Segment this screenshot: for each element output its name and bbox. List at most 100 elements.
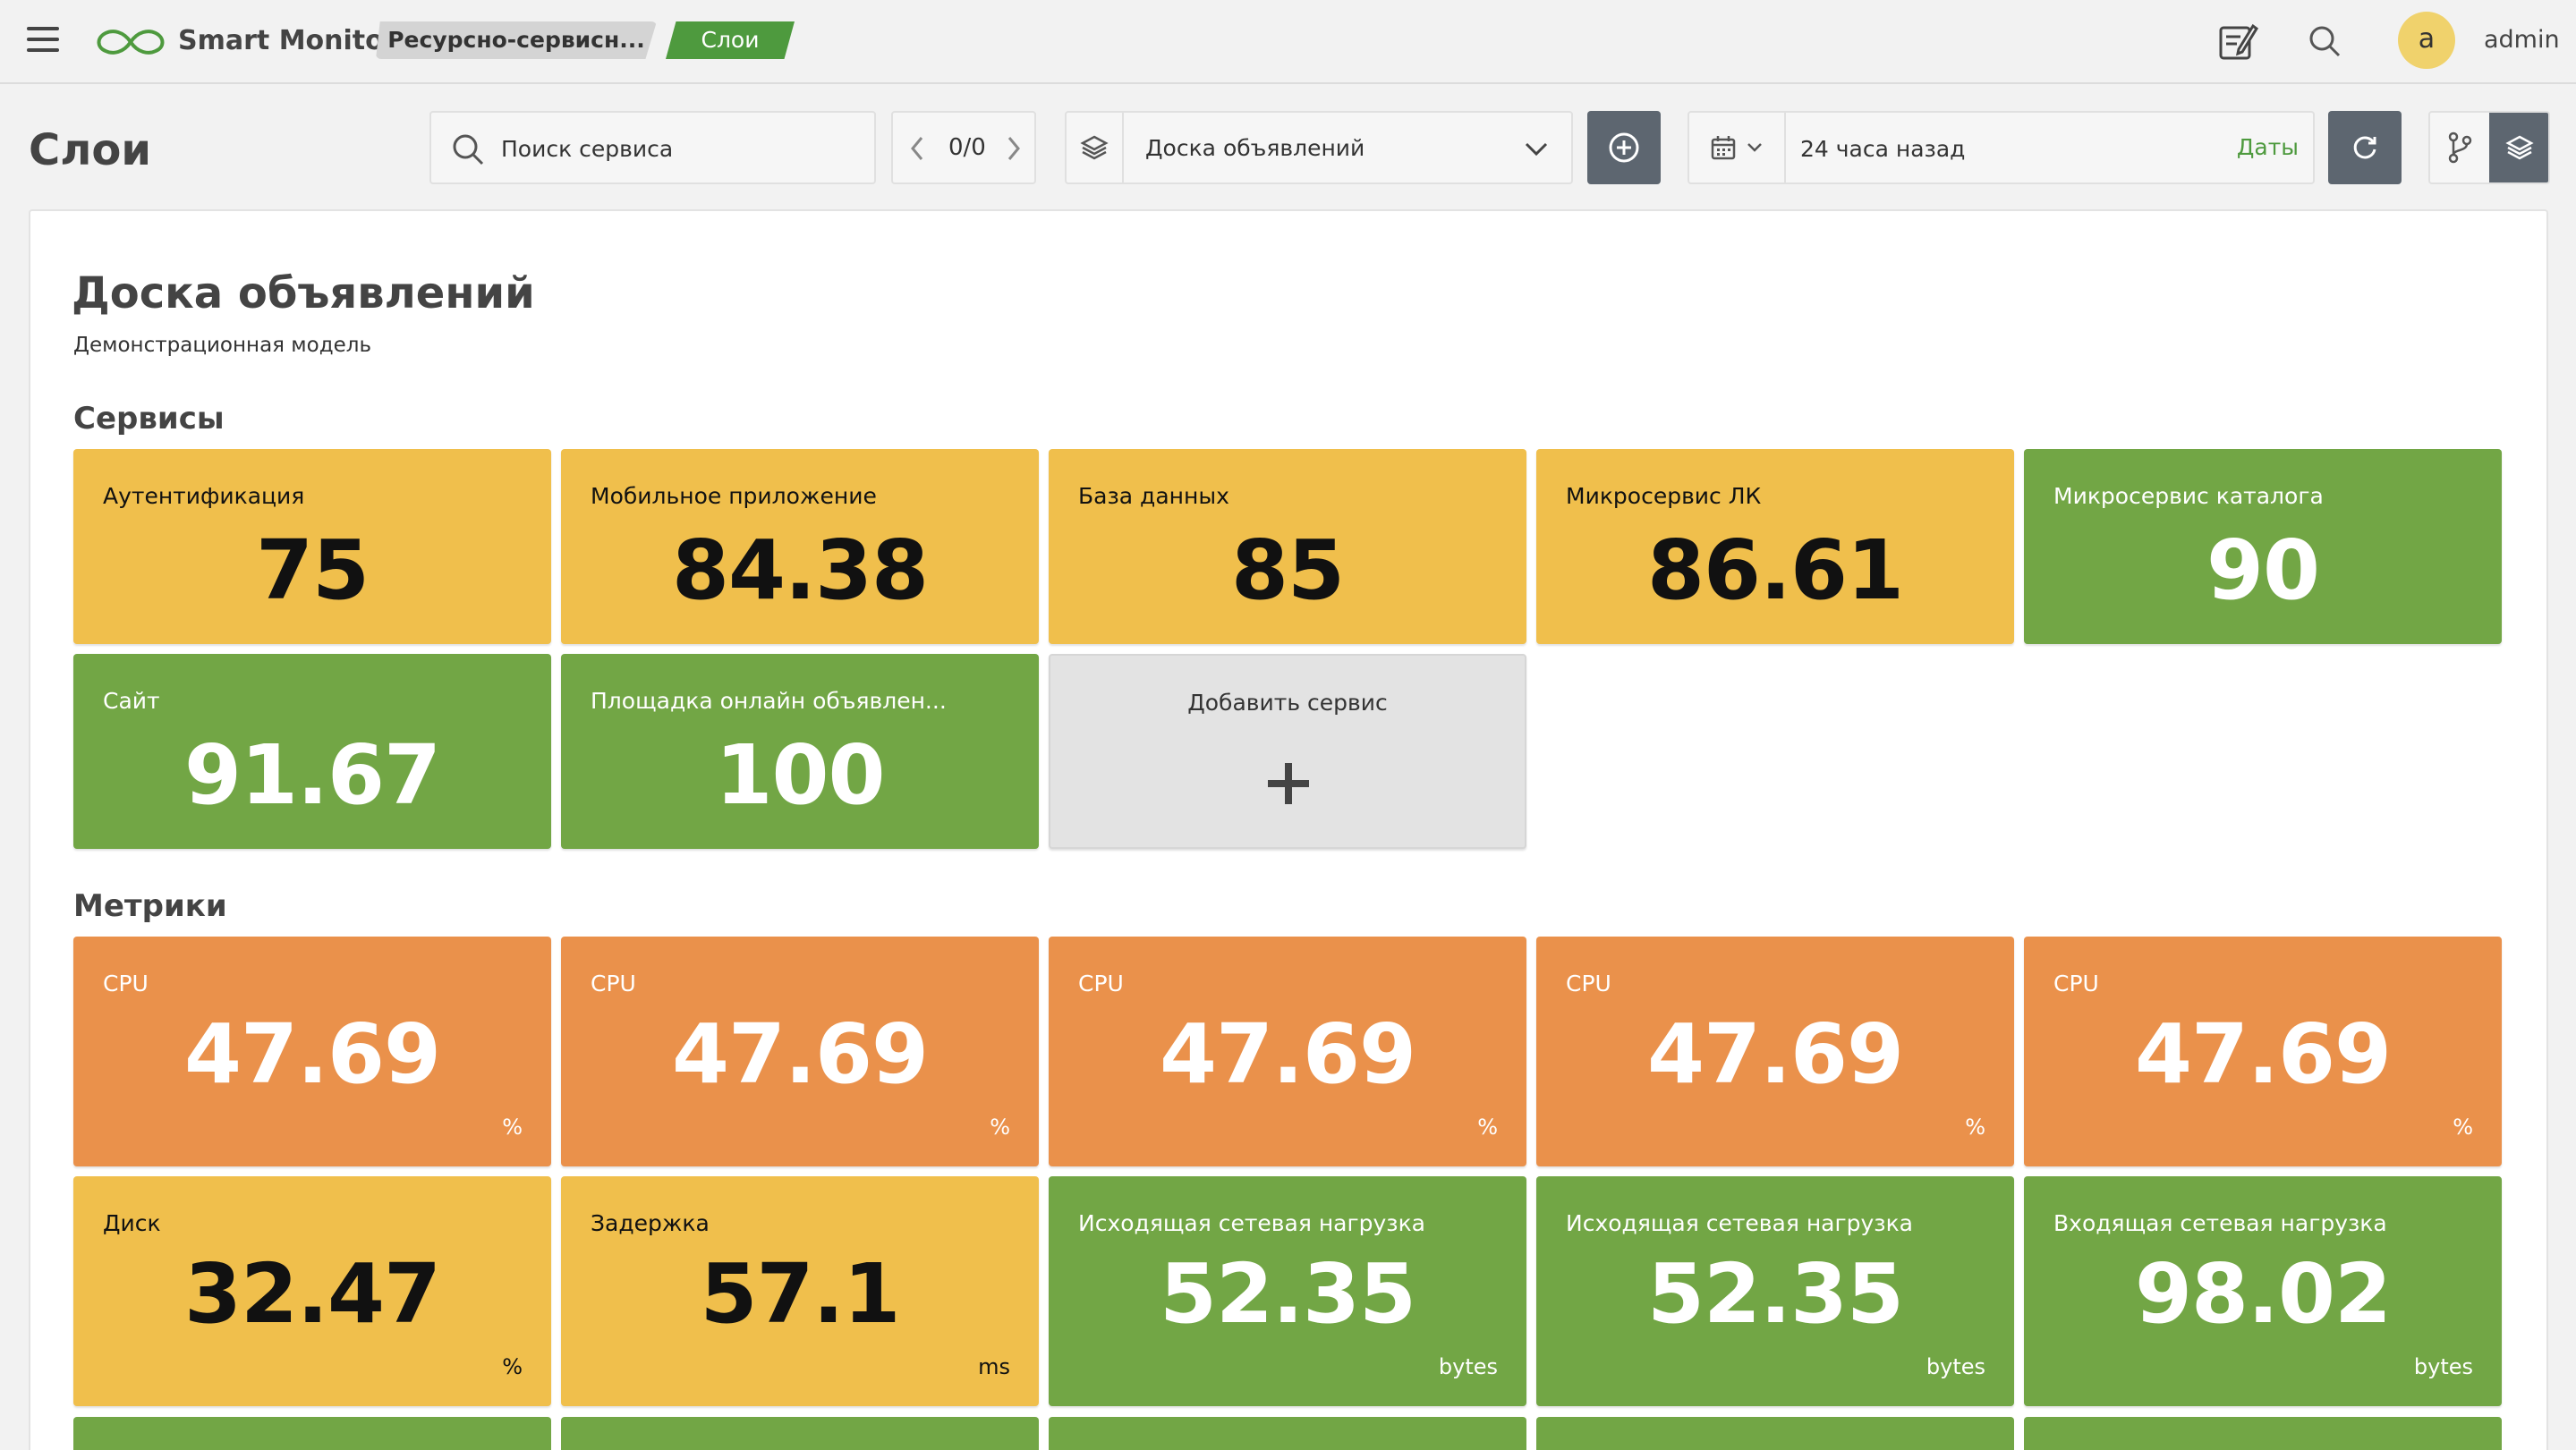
tile-value: 86.61 — [1646, 522, 1904, 618]
dates-link[interactable]: Даты — [2237, 134, 2299, 160]
tile-name: Мобильное приложение — [591, 483, 877, 509]
services-section-title: Сервисы — [73, 401, 225, 437]
view-toggle — [2428, 111, 2550, 184]
chevron-down-icon — [1747, 143, 1762, 152]
tile-name: Исходящая сетевая нагрузка — [1078, 1210, 1426, 1236]
tile-value: 85 — [1230, 522, 1345, 618]
add-service-label: Добавить сервис — [1187, 690, 1388, 716]
metric-tile[interactable]: CPU 47.69 % — [1536, 937, 2014, 1166]
tile-value: 52.35 — [1159, 1246, 1416, 1342]
tile-value: 84.38 — [671, 522, 929, 618]
search-icon — [453, 134, 484, 165]
edit-note-icon[interactable] — [2216, 20, 2259, 63]
tile-unit: % — [502, 1115, 523, 1140]
tile-value: 98.02 — [2134, 1246, 2392, 1342]
metric-tile[interactable]: Исходящая сетевая нагрузка 52.35 bytes — [1536, 1176, 2014, 1406]
metric-tile[interactable]: Входящая сетевая нагрузка 98.02 bytes — [2024, 1176, 2502, 1406]
tile-value: 47.69 — [1646, 1006, 1904, 1102]
page-title: Слои — [29, 125, 151, 175]
tile-unit: % — [1477, 1115, 1498, 1140]
metrics-grid: CPU 47.69 % CPU 47.69 % CPU 47.69 % CPU … — [73, 937, 2502, 1406]
chevron-left-icon[interactable] — [904, 132, 931, 165]
tile-unit: bytes — [2413, 1354, 2473, 1379]
plus-circle-icon — [1609, 132, 1639, 163]
avatar[interactable]: a — [2398, 12, 2455, 69]
tile-unit: % — [502, 1354, 523, 1379]
tile-name: CPU — [1078, 971, 1124, 996]
search-icon[interactable] — [2303, 20, 2346, 63]
infinity-logo-icon[interactable] — [93, 24, 168, 60]
tile-unit: bytes — [1438, 1354, 1498, 1379]
metrics-section-title: Метрики — [73, 888, 227, 924]
tile-value: 32.47 — [183, 1246, 441, 1342]
service-tile[interactable]: База данных 85 — [1049, 449, 1526, 644]
service-tile[interactable]: Аутентификация 75 — [73, 449, 551, 644]
tile-unit: % — [2453, 1115, 2473, 1140]
tile-name: CPU — [2053, 971, 2099, 996]
tile-name: Задержка — [591, 1210, 710, 1236]
tile-name: Входящая сетевая нагрузка — [2053, 1210, 2387, 1236]
tile-name: Диск — [103, 1210, 161, 1236]
menu-icon[interactable] — [27, 27, 59, 54]
tile-name: CPU — [1566, 971, 1611, 996]
tile-unit: % — [990, 1115, 1010, 1140]
username[interactable]: admin — [2484, 26, 2560, 54]
calendar-icon — [1711, 136, 1736, 160]
service-tile[interactable]: Мобильное приложение 84.38 — [561, 449, 1039, 644]
metric-tile[interactable]: Исходящая сетевая нагрузка 52.35 bytes — [1049, 1176, 1526, 1406]
metric-tile-partial[interactable] — [1049, 1417, 1526, 1450]
service-tile[interactable]: Площадка онлайн объявлен... 100 — [561, 654, 1039, 849]
metric-tile[interactable]: CPU 47.69 % — [1049, 937, 1526, 1166]
refresh-icon — [2353, 136, 2376, 159]
metric-tile-partial[interactable] — [73, 1417, 551, 1450]
metric-tile[interactable]: CPU 47.69 % — [2024, 937, 2502, 1166]
pager: 0/0 — [891, 111, 1036, 184]
tile-name: Микросервис каталога — [2053, 483, 2324, 509]
metric-tile[interactable]: Задержка 57.1 ms — [561, 1176, 1039, 1406]
tile-value: 47.69 — [2134, 1006, 2392, 1102]
tile-value: 52.35 — [1646, 1246, 1904, 1342]
tile-value: 47.69 — [183, 1006, 441, 1102]
tile-unit: % — [1965, 1115, 1985, 1140]
tile-unit: ms — [978, 1354, 1010, 1379]
plus-icon — [1268, 763, 1309, 804]
pager-count: 0/0 — [948, 134, 986, 161]
metric-tile[interactable]: CPU 47.69 % — [73, 937, 551, 1166]
search-input[interactable] — [501, 129, 859, 168]
tree-view-icon[interactable] — [2430, 113, 2489, 182]
tile-name: База данных — [1078, 483, 1229, 509]
service-tile[interactable]: Микросервис ЛК 86.61 — [1536, 449, 2014, 644]
search-box — [429, 111, 876, 184]
service-tile[interactable]: Сайт 91.67 — [73, 654, 551, 849]
add-layer-button[interactable] — [1587, 111, 1661, 184]
metric-tile-partial[interactable] — [1536, 1417, 2014, 1450]
metric-tile-partial[interactable] — [2024, 1417, 2502, 1450]
top-bar: Smart Monitor Ресурсно-сервисн... Слои a… — [0, 0, 2576, 84]
tile-name: Микросервис ЛК — [1566, 483, 1762, 509]
brand-name[interactable]: Smart Monitor — [178, 25, 397, 56]
tile-value: 57.1 — [700, 1246, 901, 1342]
breadcrumb-resource-model[interactable]: Ресурсно-сервисн... — [376, 21, 657, 59]
tile-name: Аутентификация — [103, 483, 305, 509]
time-range-input[interactable] — [1800, 129, 2176, 168]
tile-name: CPU — [103, 971, 149, 996]
services-grid: Аутентификация 75 Мобильное приложение 8… — [73, 449, 2502, 849]
tile-value: 75 — [255, 522, 370, 618]
refresh-button[interactable] — [2328, 111, 2402, 184]
model-title: Доска объявлений — [72, 268, 535, 318]
add-service-button[interactable]: Добавить сервис — [1049, 654, 1526, 849]
layers-view-icon[interactable] — [2489, 113, 2548, 182]
chevron-right-icon[interactable] — [1000, 132, 1027, 165]
service-tile[interactable]: Микросервис каталога 90 — [2024, 449, 2502, 644]
metric-tile[interactable]: CPU 47.69 % — [561, 937, 1039, 1166]
tile-value: 47.69 — [1159, 1006, 1416, 1102]
metric-tile-partial[interactable] — [561, 1417, 1039, 1450]
breadcrumb-layers[interactable]: Слои — [666, 21, 795, 59]
layer-select-value: Доска объявлений — [1145, 135, 1365, 161]
tile-value: 47.69 — [671, 1006, 929, 1102]
calendar-dropdown[interactable] — [1689, 113, 1786, 182]
metric-tile[interactable]: Диск 32.47 % — [73, 1176, 551, 1406]
time-range-box: Даты — [1688, 111, 2315, 184]
tile-value: 91.67 — [183, 727, 441, 823]
layer-select[interactable]: Доска объявлений — [1065, 111, 1573, 184]
